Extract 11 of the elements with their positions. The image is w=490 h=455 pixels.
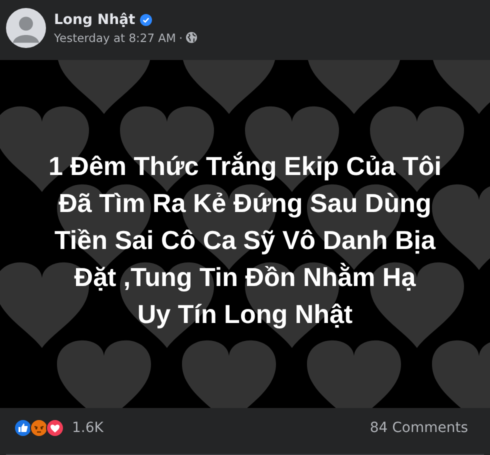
separator: · bbox=[178, 30, 183, 44]
post-time[interactable]: Yesterday at 8:27 AM bbox=[54, 30, 176, 44]
author-name[interactable]: Long Nhật bbox=[54, 12, 136, 28]
comments-link[interactable]: 84 Comments bbox=[370, 420, 468, 436]
post-text: 1 Đêm Thức Trắng Ekip Của Tôi Đã Tìm Ra Kẻ Đứng Sau Dùng Tiền Sai Cô Ca Sỹ Vô Danh Bịa Đặt ,Tung Tin Đồn Nhằm Hạ Uy Tín Long Nhật bbox=[48, 150, 442, 330]
globe-icon bbox=[186, 32, 197, 43]
heart-reaction-icon[interactable] bbox=[46, 419, 64, 437]
reaction-count[interactable]: 1.6K bbox=[72, 420, 104, 436]
avatar[interactable] bbox=[6, 8, 46, 48]
angry-face-reaction-icon[interactable] bbox=[30, 419, 48, 437]
like-reaction-icon[interactable] bbox=[14, 419, 32, 437]
